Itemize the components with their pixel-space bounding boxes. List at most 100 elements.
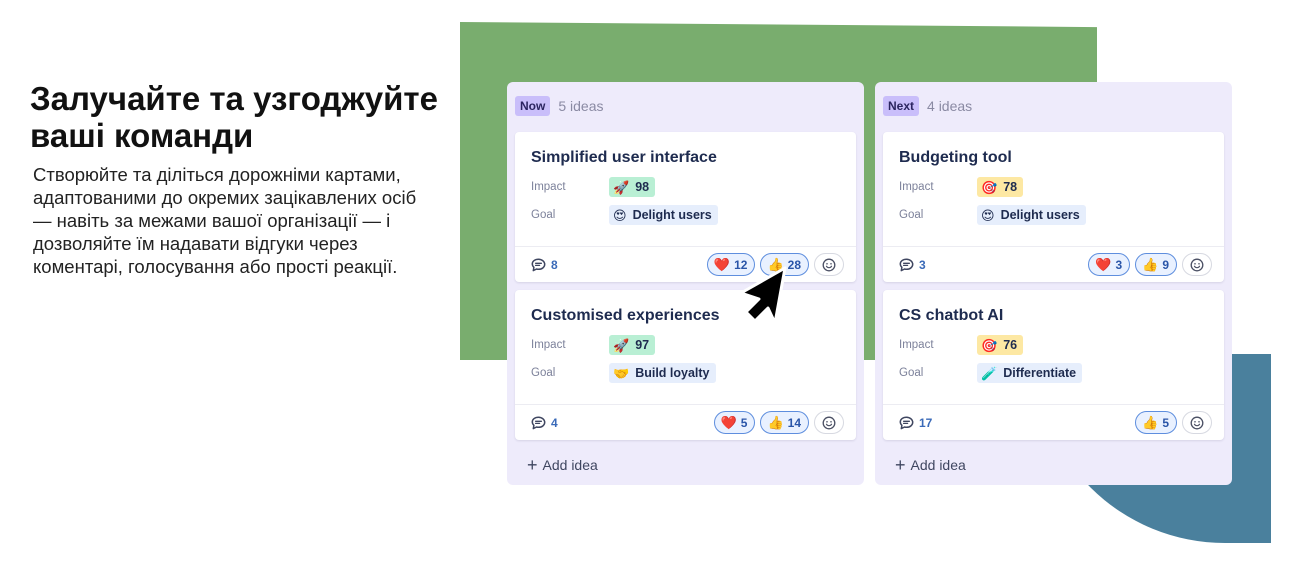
goal-label: Goal (899, 367, 924, 379)
card-footer: 17 👍 5 (883, 404, 1224, 440)
card-footer: 8 ❤️ 12 👍 28 (515, 246, 856, 282)
card-footer: 3 ❤️ 3 👍 9 (883, 246, 1224, 282)
smiley-icon (1190, 416, 1204, 429)
goal-chip[interactable]: 😍 Delight users (609, 205, 718, 225)
thumbs-up-count: 9 (1162, 257, 1169, 272)
idea-card-simplified-user-interface[interactable]: Simplified user interface Impact 🚀 98 Go… (515, 132, 856, 282)
test-tube-icon: 🧪 (981, 365, 998, 381)
add-idea-label: Add idea (910, 457, 966, 473)
column-header: Now 5 ideas (515, 96, 604, 116)
add-reaction-button[interactable] (1182, 253, 1212, 276)
goal-value: Delight users (632, 208, 712, 222)
smiley-icon (1190, 258, 1204, 271)
plus-icon: + (895, 455, 906, 475)
comment-count: 3 (919, 258, 926, 272)
hero-description: Створюйте та діліться дорожніми картами,… (33, 164, 417, 277)
impact-chip: 🚀 98 (609, 177, 656, 197)
column-count: 5 ideas (558, 98, 604, 114)
idea-card-cs-chatbot-ai[interactable]: CS chatbot AI Impact 🎯 76 Goal 🧪 Differe… (883, 290, 1224, 440)
board-column-next: Next 4 ideas Budgeting tool Impact 🎯 78 … (875, 82, 1232, 485)
add-reaction-button[interactable] (814, 411, 844, 434)
heart-eyes-icon: 😍 (613, 207, 627, 223)
handshake-icon: 🤝 (613, 365, 630, 381)
comments-button[interactable]: 3 (899, 258, 926, 272)
reactions: ❤️ 3 👍 9 (1088, 253, 1212, 276)
heart-icon: ❤️ (713, 257, 731, 272)
thumbs-up-count: 14 (787, 415, 801, 430)
impact-label: Impact (531, 339, 566, 351)
impact-value: 76 (1003, 338, 1018, 352)
heart-count: 5 (740, 415, 748, 430)
thumbs-up-icon: 👍 (1142, 415, 1159, 430)
impact-chip: 🚀 97 (609, 335, 656, 355)
goal-label: Goal (531, 367, 556, 379)
card-footer: 4 ❤️ 5 👍 14 (515, 404, 856, 440)
goal-value: Build loyalty (635, 366, 710, 380)
target-icon: 🎯 (981, 337, 998, 353)
column-tag: Now (515, 96, 551, 116)
impact-value: 78 (1003, 180, 1018, 194)
add-reaction-button[interactable] (1182, 411, 1212, 434)
comments-button[interactable]: 8 (531, 258, 558, 272)
board-column-now: Now 5 ideas Simplified user interface Im… (507, 82, 864, 485)
thumbs-up-reaction-button[interactable]: 👍 14 (760, 411, 809, 434)
column-count: 4 ideas (927, 98, 973, 114)
comment-count: 4 (551, 416, 558, 430)
goal-chip[interactable]: 🤝 Build loyalty (609, 363, 716, 383)
goal-label: Goal (899, 209, 924, 221)
comment-count: 17 (919, 416, 933, 430)
impact-label: Impact (899, 181, 934, 193)
heart-icon: ❤️ (720, 415, 737, 430)
impact-value: 97 (635, 338, 650, 352)
card-title: Budgeting tool (899, 149, 1012, 166)
heart-count: 3 (1115, 257, 1123, 272)
impact-value: 98 (635, 180, 650, 194)
comment-icon (899, 258, 914, 272)
column-header: Next 4 ideas (883, 96, 972, 116)
rocket-icon: 🚀 (613, 337, 630, 353)
add-reaction-button[interactable] (814, 253, 844, 276)
smiley-icon (822, 416, 836, 429)
card-title: Customised experiences (531, 307, 720, 324)
thumbs-up-icon: 👍 (1142, 257, 1159, 272)
thumbs-up-reaction-button[interactable]: 👍 5 (1135, 411, 1177, 434)
plus-icon: + (527, 455, 538, 475)
thumbs-up-count: 5 (1162, 415, 1169, 430)
impact-chip: 🎯 78 (977, 177, 1024, 197)
thumbs-up-icon: 👍 (767, 415, 784, 430)
mouse-cursor-icon (739, 266, 787, 325)
impact-label: Impact (899, 339, 934, 351)
heart-eyes-icon: 😍 (981, 207, 995, 223)
comment-count: 8 (551, 258, 558, 272)
reactions: 👍 5 (1135, 411, 1212, 434)
goal-chip[interactable]: 😍 Delight users (977, 205, 1086, 225)
goal-chip[interactable]: 🧪 Differentiate (977, 363, 1083, 383)
hero-title: Залучайте та узгоджуйте ваші команди (30, 80, 438, 154)
comment-icon (531, 258, 546, 272)
column-tag: Next (883, 96, 920, 116)
comment-icon (899, 416, 914, 430)
reactions: ❤️ 5 👍 14 (713, 411, 844, 434)
add-idea-button[interactable]: + Add idea (527, 456, 598, 474)
thumbs-up-reaction-button[interactable]: 👍 9 (1135, 253, 1177, 276)
target-icon: 🎯 (981, 179, 998, 195)
heart-icon: ❤️ (1095, 257, 1112, 272)
add-idea-button[interactable]: + Add idea (895, 456, 966, 474)
card-title: Simplified user interface (531, 149, 717, 166)
comments-button[interactable]: 4 (531, 416, 558, 430)
goal-label: Goal (531, 209, 556, 221)
add-idea-label: Add idea (542, 457, 598, 473)
impact-chip: 🎯 76 (977, 335, 1024, 355)
goal-value: Delight users (1000, 208, 1080, 222)
idea-card-customised-experiences[interactable]: Customised experiences Impact 🚀 97 Goal … (515, 290, 856, 440)
goal-value: Differentiate (1003, 366, 1077, 380)
comment-icon (531, 416, 546, 430)
heart-reaction-button[interactable]: ❤️ 5 (713, 411, 756, 434)
comments-button[interactable]: 17 (899, 416, 932, 430)
card-title: CS chatbot AI (899, 307, 1004, 324)
rocket-icon: 🚀 (613, 179, 630, 195)
smiley-icon (822, 258, 836, 271)
heart-reaction-button[interactable]: ❤️ 3 (1088, 253, 1131, 276)
impact-label: Impact (531, 181, 566, 193)
idea-card-budgeting-tool[interactable]: Budgeting tool Impact 🎯 78 Goal 😍 Deligh… (883, 132, 1224, 282)
